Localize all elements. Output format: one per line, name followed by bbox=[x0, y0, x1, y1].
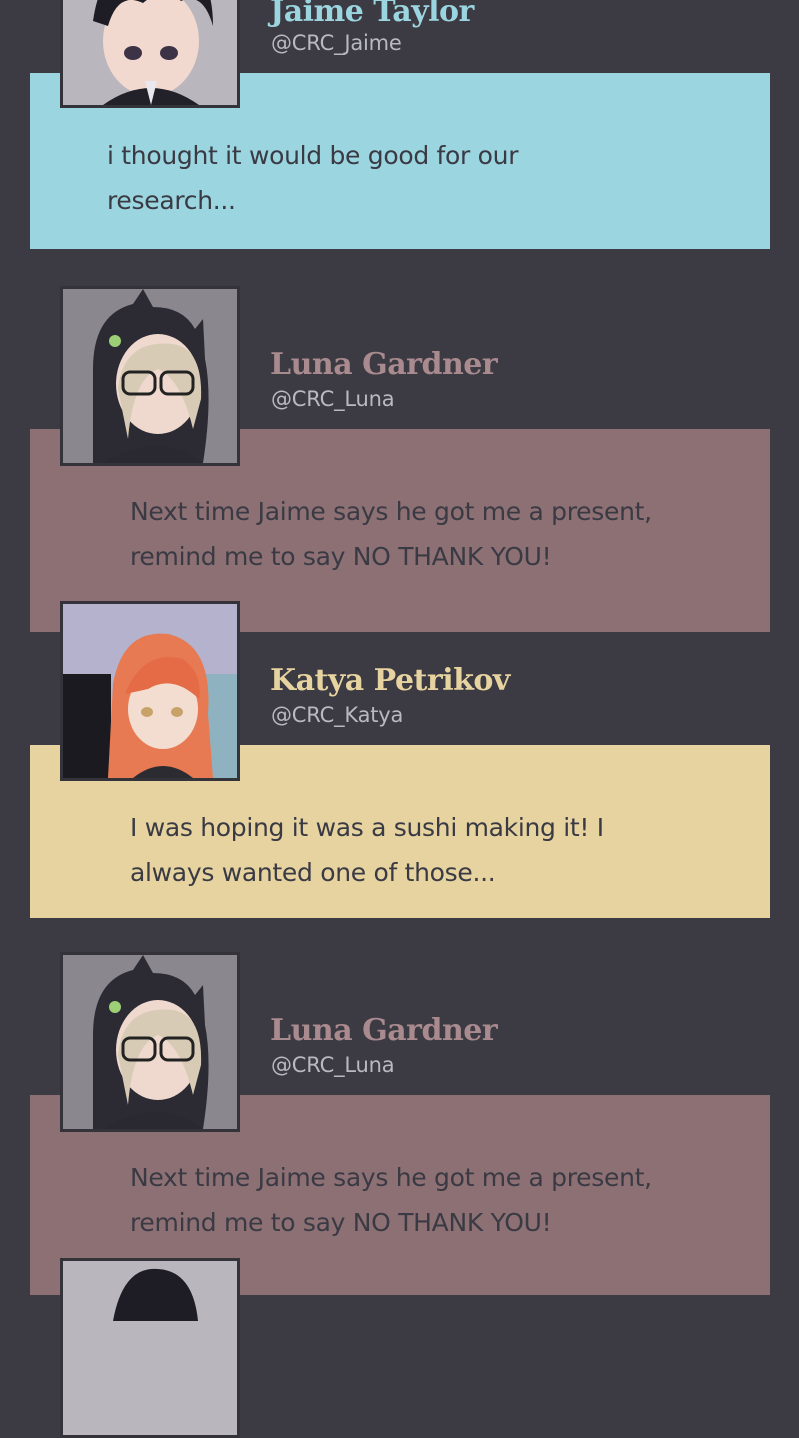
author-name[interactable]: Katya Petrikov bbox=[270, 663, 510, 698]
author-name[interactable]: Luna Gardner bbox=[270, 1013, 498, 1048]
message-text: Next time Jaime says he got me a present… bbox=[130, 497, 652, 571]
message-text: i thought it would be good for our resea… bbox=[107, 141, 519, 215]
message-text: Next time Jaime says he got me a present… bbox=[130, 1163, 652, 1237]
author-name[interactable]: Jaime Taylor bbox=[270, 0, 474, 29]
author-handle[interactable]: @CRC_Luna bbox=[271, 1053, 395, 1077]
author-handle[interactable]: @CRC_Luna bbox=[271, 387, 395, 411]
katya-avatar-icon[interactable] bbox=[60, 601, 240, 781]
author-name[interactable]: Luna Gardner bbox=[270, 347, 498, 382]
jaime-avatar-icon[interactable] bbox=[60, 0, 240, 108]
next-avatar-icon[interactable] bbox=[60, 1258, 240, 1438]
author-handle[interactable]: @CRC_Jaime bbox=[271, 31, 402, 55]
author-handle[interactable]: @CRC_Katya bbox=[271, 703, 403, 727]
message-text: I was hoping it was a sushi making it! I… bbox=[130, 813, 604, 887]
luna-avatar-icon[interactable] bbox=[60, 286, 240, 466]
luna-avatar-icon[interactable] bbox=[60, 952, 240, 1132]
